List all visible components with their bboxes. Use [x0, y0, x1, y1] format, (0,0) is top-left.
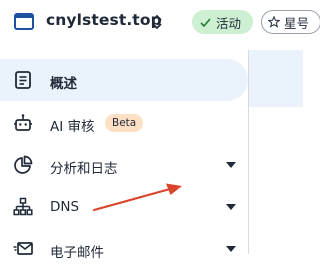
sidebar-item-ai-review[interactable]: AI 审核 Beta — [0, 102, 248, 144]
sidebar-item-label: DNS — [50, 199, 80, 215]
site-name[interactable]: cnylstest.top — [46, 11, 162, 29]
document-icon — [15, 71, 31, 89]
star-button[interactable]: 星号 — [261, 10, 320, 34]
check-icon — [200, 17, 211, 27]
sidebar-item-label: 电子邮件 — [50, 245, 104, 261]
caret-down-icon[interactable] — [226, 246, 236, 252]
sidebar-item-label: 概述 — [50, 76, 77, 92]
sidebar-item-label: 分析和日志 — [50, 161, 118, 177]
email-icon — [13, 242, 33, 255]
browser-window-icon — [14, 13, 34, 30]
sidebar-item-overview[interactable]: 概述 — [0, 59, 248, 101]
status-label: 活动 — [216, 15, 242, 31]
sidebar-item-dns[interactable]: DNS — [0, 186, 248, 228]
star-label: 星号 — [284, 15, 310, 31]
status-badge: 活动 — [192, 10, 253, 34]
top-bar: cnylstest.top 活动 星号 — [0, 0, 320, 44]
caret-down-icon[interactable] — [226, 162, 236, 168]
star-icon — [268, 16, 280, 28]
network-icon — [13, 197, 33, 216]
sidebar-divider — [248, 50, 249, 254]
chevron-up-down-icon[interactable] — [150, 12, 164, 32]
sidebar-item-analytics-logs[interactable]: 分析和日志 — [0, 144, 248, 186]
beta-badge: Beta — [105, 114, 144, 132]
content-header-band — [248, 50, 303, 107]
pie-chart-icon — [14, 155, 33, 174]
sidebar-item-label: AI 审核 — [50, 119, 95, 135]
robot-icon — [14, 114, 32, 131]
caret-down-icon[interactable] — [226, 204, 236, 210]
sidebar-item-email[interactable]: 电子邮件 — [0, 228, 248, 270]
